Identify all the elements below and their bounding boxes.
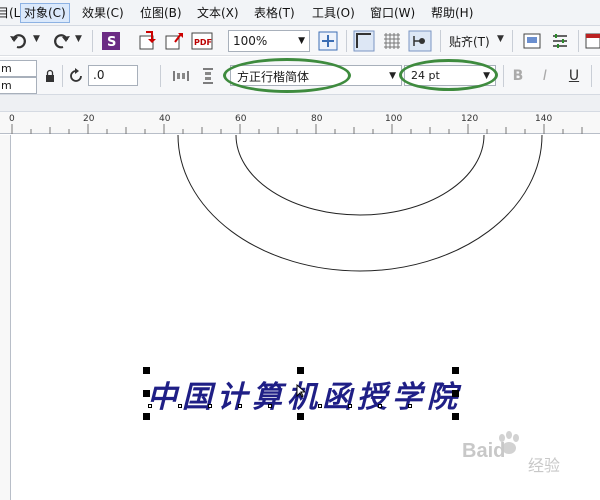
underline-button[interactable]: U — [564, 66, 584, 86]
watermark-brand: Baid — [462, 440, 506, 462]
toolbar-separator — [512, 30, 513, 52]
svg-text:S: S — [107, 35, 116, 50]
selection-handle[interactable] — [143, 367, 150, 374]
character-node[interactable] — [238, 404, 242, 408]
center-marker-icon — [296, 384, 305, 398]
svg-text:PDF: PDF — [194, 38, 212, 47]
publish-pdf-icon[interactable]: PDF — [190, 30, 216, 52]
watermark-sub: 经验 — [528, 458, 561, 475]
ruler-tick-label: 140 — [535, 114, 553, 124]
ruler-tick-label: 40 — [159, 114, 171, 124]
mirror-horizontal-icon[interactable] — [172, 67, 190, 85]
toolbar-separator — [346, 30, 347, 52]
toolbar-separator — [578, 30, 579, 52]
toolbar-separator — [92, 30, 93, 52]
ruler-tick-label: 100 — [385, 114, 403, 124]
zoom-select[interactable]: 100% ▼ — [228, 30, 310, 52]
character-node[interactable] — [378, 404, 382, 408]
menu-table[interactable]: 表格(T) — [254, 3, 295, 23]
character-node[interactable] — [408, 404, 412, 408]
ruler-tick-label: 60 — [235, 114, 247, 124]
font-family-value: 方正行楷简体 — [237, 70, 310, 84]
chevron-down-icon: ▼ — [483, 71, 490, 81]
selection-handle[interactable] — [297, 413, 304, 420]
toolbar-separator — [503, 65, 504, 87]
bold-button[interactable]: B — [508, 66, 528, 86]
chevron-down-icon: ▼ — [389, 71, 396, 81]
full-screen-preview-icon[interactable] — [317, 30, 339, 52]
selection-handle[interactable] — [452, 390, 459, 397]
undo-icon[interactable] — [8, 30, 30, 52]
menu-object[interactable]: 对象(C) — [20, 3, 70, 23]
rotation-angle-input[interactable]: .0 — [88, 65, 138, 86]
ruler-tick-label: 120 — [461, 114, 479, 124]
property-bar: m m .0 方正行楷简体 ▼ 24 pt ▼ B I U — [0, 57, 600, 95]
menu-help[interactable]: 帮助(H) — [431, 3, 473, 23]
italic-button[interactable]: I — [535, 66, 555, 86]
show-grid-icon[interactable] — [381, 30, 403, 52]
character-node[interactable] — [178, 404, 182, 408]
menu-bitmap[interactable]: 位图(B) — [140, 3, 182, 23]
character-node[interactable] — [348, 404, 352, 408]
redo-icon[interactable] — [50, 30, 72, 52]
chevron-down-icon: ▼ — [298, 36, 305, 46]
menu-text[interactable]: 文本(X) — [197, 3, 239, 23]
toolbar-separator — [440, 30, 441, 52]
menu-tools[interactable]: 工具(O) — [312, 3, 355, 23]
selection-handle[interactable] — [452, 413, 459, 420]
character-node[interactable] — [268, 404, 272, 408]
snap-to-button[interactable]: 贴齐(T) — [449, 33, 490, 50]
object-height-field[interactable]: m — [0, 77, 37, 94]
ruler-tick-label: 80 — [311, 114, 323, 124]
redo-dropdown-icon[interactable]: ▼ — [75, 34, 82, 44]
standard-toolbar: ▼ ▼ S PDF 100% ▼ 贴齐(T) ▼ — [0, 26, 600, 56]
selection-handle[interactable] — [143, 413, 150, 420]
import-icon[interactable] — [137, 30, 159, 52]
lock-ratio-icon[interactable] — [44, 69, 56, 83]
rotation-icon — [70, 68, 82, 82]
show-guidelines-icon[interactable] — [408, 30, 432, 52]
toolbar-separator — [62, 65, 63, 87]
character-node[interactable] — [318, 404, 322, 408]
selection-handle[interactable] — [297, 367, 304, 374]
snap-dropdown-icon[interactable]: ▼ — [497, 34, 504, 44]
export-icon[interactable] — [163, 30, 185, 52]
arc-shapes[interactable] — [0, 135, 600, 285]
toolbar-separator — [591, 65, 592, 87]
font-size-select[interactable]: 24 pt ▼ — [404, 65, 496, 86]
corel-connect-icon[interactable]: S — [100, 30, 122, 52]
font-size-value: 24 pt — [411, 69, 440, 82]
menu-effects[interactable]: 效果(C) — [82, 3, 124, 23]
mirror-vertical-icon[interactable] — [199, 67, 217, 85]
character-node[interactable] — [208, 404, 212, 408]
toolbar-separator — [160, 65, 161, 87]
menu-bar: 目(L) 对象(C) 效果(C) 位图(B) 文本(X) 表格(T) 工具(O)… — [0, 0, 600, 26]
undo-dropdown-icon[interactable]: ▼ — [33, 34, 40, 44]
show-rulers-icon[interactable] — [353, 30, 375, 52]
ruler-bar-spacer — [0, 95, 600, 112]
object-width-field[interactable]: m — [0, 60, 37, 77]
font-family-select[interactable]: 方正行楷简体 ▼ — [230, 65, 402, 86]
horizontal-ruler[interactable]: 0 20 40 60 80 100 120 140 — [0, 112, 600, 134]
ruler-tick-label: 20 — [83, 114, 95, 124]
zoom-value: 100% — [233, 34, 268, 48]
application-launcher-icon[interactable] — [585, 30, 600, 52]
menu-window[interactable]: 窗口(W) — [370, 3, 415, 23]
character-node[interactable] — [148, 404, 152, 408]
selection-handle[interactable] — [143, 390, 150, 397]
ruler-tick-label: 0 — [9, 114, 15, 124]
welcome-screen-icon[interactable] — [521, 30, 543, 52]
selection-handle[interactable] — [452, 367, 459, 374]
options-icon[interactable] — [549, 30, 571, 52]
